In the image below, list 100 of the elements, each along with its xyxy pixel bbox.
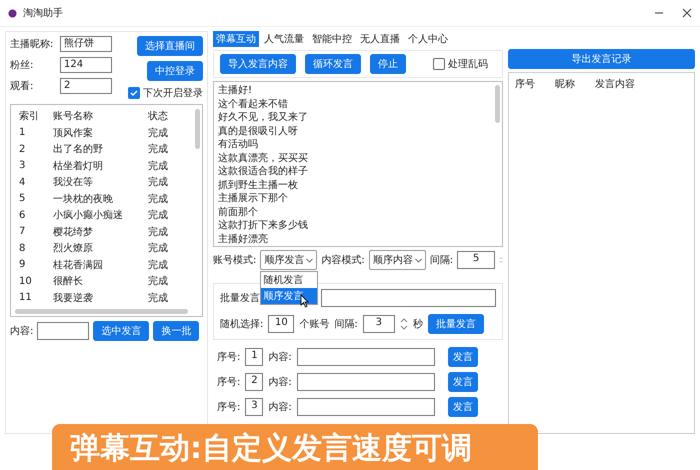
tab[interactable]: 智能中控: [309, 31, 355, 47]
index-field[interactable]: 1: [245, 348, 264, 366]
table-cell-text: 桂花香满园: [53, 258, 104, 272]
table-cell-text: 完成: [148, 142, 169, 156]
count-field[interactable]: 10: [268, 315, 294, 333]
export-button[interactable]: 导出发言记录: [508, 49, 695, 69]
content-field[interactable]: [296, 372, 435, 390]
unit-label: 秒: [412, 318, 423, 331]
table-cell-text: 完成: [148, 192, 169, 206]
content-mode-dropdown[interactable]: 顺序内容: [368, 250, 426, 270]
field-label: 内容:: [10, 324, 34, 338]
field-label: 观看:: [10, 80, 34, 93]
app-logo-icon: [8, 8, 17, 18]
table-cell-text: 完成: [148, 258, 169, 272]
tab[interactable]: 弹幕互动: [213, 31, 259, 47]
account-mode-dropdown[interactable]: 顺序发言: [260, 250, 318, 270]
table-cell-text: 出了名的野: [53, 142, 104, 156]
field-label: 粉丝:: [10, 58, 34, 72]
interval-field[interactable]: 5: [457, 251, 496, 269]
close-icon[interactable]: [682, 8, 692, 18]
message-line: 主播展示下那个: [218, 192, 289, 206]
table-cell-text: 完成: [148, 208, 169, 222]
content-field[interactable]: [296, 348, 435, 366]
field-label: 批量发言: [220, 292, 260, 305]
text-field[interactable]: 124: [60, 57, 112, 73]
table-cell-text: 很醉长: [53, 274, 84, 288]
field-label: 序号:: [217, 376, 240, 388]
field-label: 内容:: [268, 376, 292, 388]
table-cell-text: 完成: [148, 176, 169, 190]
message-line: 有活动吗: [218, 138, 259, 152]
message-line: 好久不见，我又来了: [218, 111, 309, 124]
table-cell-text: 完成: [148, 242, 169, 256]
field-label: 主播昵称:: [10, 38, 54, 51]
dropdown-option[interactable]: 随机发言: [261, 272, 318, 288]
field-label: 账号模式:: [213, 254, 256, 267]
field-label: 间隔:: [430, 254, 454, 267]
scrollbar[interactable]: [15, 309, 188, 314]
spinner-arrows-icon[interactable]: [400, 317, 408, 331]
index-field[interactable]: 3: [245, 398, 264, 416]
column-header: 序号: [515, 78, 536, 91]
action-button[interactable]: 换一批: [153, 321, 200, 341]
message-text-area[interactable]: 主播好! 这个看起来不错 好久不见，我又来了 真的是很吸引人呀 有活动吗 这款真漂亮，买买买 这款很适合我的样子 抓到野生主播一枚 主播展示下那个 前面那个 这款打折下来多少钱 主播好漂亮: [213, 81, 503, 247]
message-line: 这款打折下来多少钱: [218, 219, 309, 232]
tab[interactable]: 无人直播: [357, 31, 403, 47]
send-button[interactable]: 发言: [448, 346, 478, 366]
action-button[interactable]: 中控登录: [147, 61, 203, 81]
table-cell-text: 我要逆袭: [53, 292, 94, 305]
field-label: 随机选择:: [220, 318, 264, 331]
message-line: 真的是很吸引人呀: [218, 124, 299, 138]
checkbox[interactable]: [128, 87, 140, 99]
chevron-down-icon: [414, 258, 422, 262]
table-cell-text: 6: [19, 210, 26, 221]
field-label: 内容模式:: [321, 254, 365, 267]
tab[interactable]: 人气流量: [261, 31, 307, 47]
table-cell-text: 9: [19, 259, 26, 270]
chevron-down-icon: [306, 258, 314, 262]
scrollbar[interactable]: [495, 85, 500, 123]
message-line: 这款很适合我的样子: [218, 165, 309, 178]
action-button[interactable]: 导入发言内容: [220, 54, 296, 74]
action-button[interactable]: 循环发言: [305, 54, 361, 74]
table-cell-text: 完成: [148, 126, 169, 140]
batch-send-button[interactable]: 批量发言: [428, 314, 484, 334]
text-field[interactable]: 熊仔饼: [60, 36, 112, 52]
table-cell-text: 10: [19, 276, 33, 287]
table-cell-text: 小疯小癫小痴迷: [53, 208, 124, 222]
field-label: 序号:: [217, 400, 240, 414]
content-field[interactable]: [296, 398, 435, 416]
action-button[interactable]: 选中发言: [93, 321, 150, 341]
column-header: 状态: [148, 110, 169, 124]
checkmark-icon: [130, 89, 138, 97]
column-header: 账号名称: [53, 110, 94, 124]
text-field[interactable]: 2: [60, 78, 112, 94]
table-cell-text: 完成: [148, 226, 169, 239]
table-cell-text: 顶风作案: [53, 126, 94, 140]
send-button[interactable]: 发言: [448, 372, 478, 392]
table-cell-text: 1: [19, 127, 26, 138]
table-cell-text: 5: [19, 193, 26, 204]
tab[interactable]: 个人中心: [405, 31, 451, 47]
table-cell-text: 完成: [148, 292, 169, 305]
interval-field[interactable]: 3: [362, 315, 395, 333]
table-cell-text: 2: [19, 144, 26, 155]
send-button[interactable]: 发言: [448, 396, 478, 416]
content-field[interactable]: [37, 322, 90, 340]
column-header: 昵称: [555, 78, 576, 91]
field-label: 序号:: [217, 350, 240, 364]
table-cell-text: 3: [19, 160, 26, 172]
checkbox[interactable]: [433, 58, 445, 70]
message-line: 主播好漂亮: [218, 232, 269, 246]
table-cell-text: 枯坐着灯明: [53, 160, 104, 173]
scrollbar[interactable]: [195, 109, 200, 149]
action-button[interactable]: 选择直播间: [137, 36, 203, 56]
table-cell-text: 8: [19, 242, 26, 254]
unit-label: 个账号: [299, 318, 330, 331]
checkbox-label: 处理乱码: [448, 58, 488, 71]
field-label: 内容:: [268, 350, 292, 364]
batch-content-field[interactable]: [321, 289, 496, 307]
index-field[interactable]: 2: [245, 372, 264, 390]
action-button[interactable]: 停止: [370, 54, 406, 74]
table-cell-text: 4: [19, 176, 26, 188]
caption-banner: 弹幕互动:自定义发言速度可调: [52, 424, 538, 470]
